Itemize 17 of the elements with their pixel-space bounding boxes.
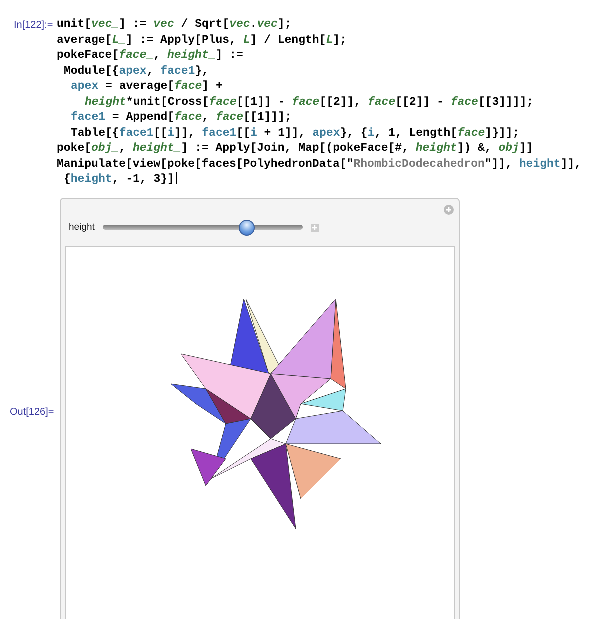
code-line: {height, -1, 3}] [63,172,174,188]
code-line: height*unit[Cross[face[[1]] - face[[2]], face[[2]] - face[[3]]]]; [84,94,534,110]
code-line: apex = average[face] + [70,79,223,94]
height-slider[interactable] [102,220,303,236]
code-line: face1 = Append[face, face[[1]]]; [70,110,292,126]
code-line: average[L_] := Apply[Plus, L] / Length[L]; [57,32,347,48]
code-line: Table[{face1[[i]], face1[[i + 1]], apex}, {i, 1, Length[face]}]]; [70,126,520,141]
code-line: Manipulate[view[poke[faces[PolyhedronData["RhombicDodecahedron"]], height]], [57,156,582,172]
code-line: pokeFace[face_, height_] := [57,48,244,64]
slider-label: height [69,222,95,233]
slider-thumb[interactable] [238,220,255,236]
text-cursor [176,172,178,184]
code-line: unit[vec_] := vec / Sqrt[vec.vec]; [57,17,292,32]
output-label: Out[126]= [9,407,56,418]
code-line: poke[obj_, height_] := Apply[Join, Map[(pokeFace[#, height]) &, obj]] [57,141,534,156]
input-label: In[122]:= [13,19,54,33]
code-line: Module[{apex, face1}, [63,64,209,79]
